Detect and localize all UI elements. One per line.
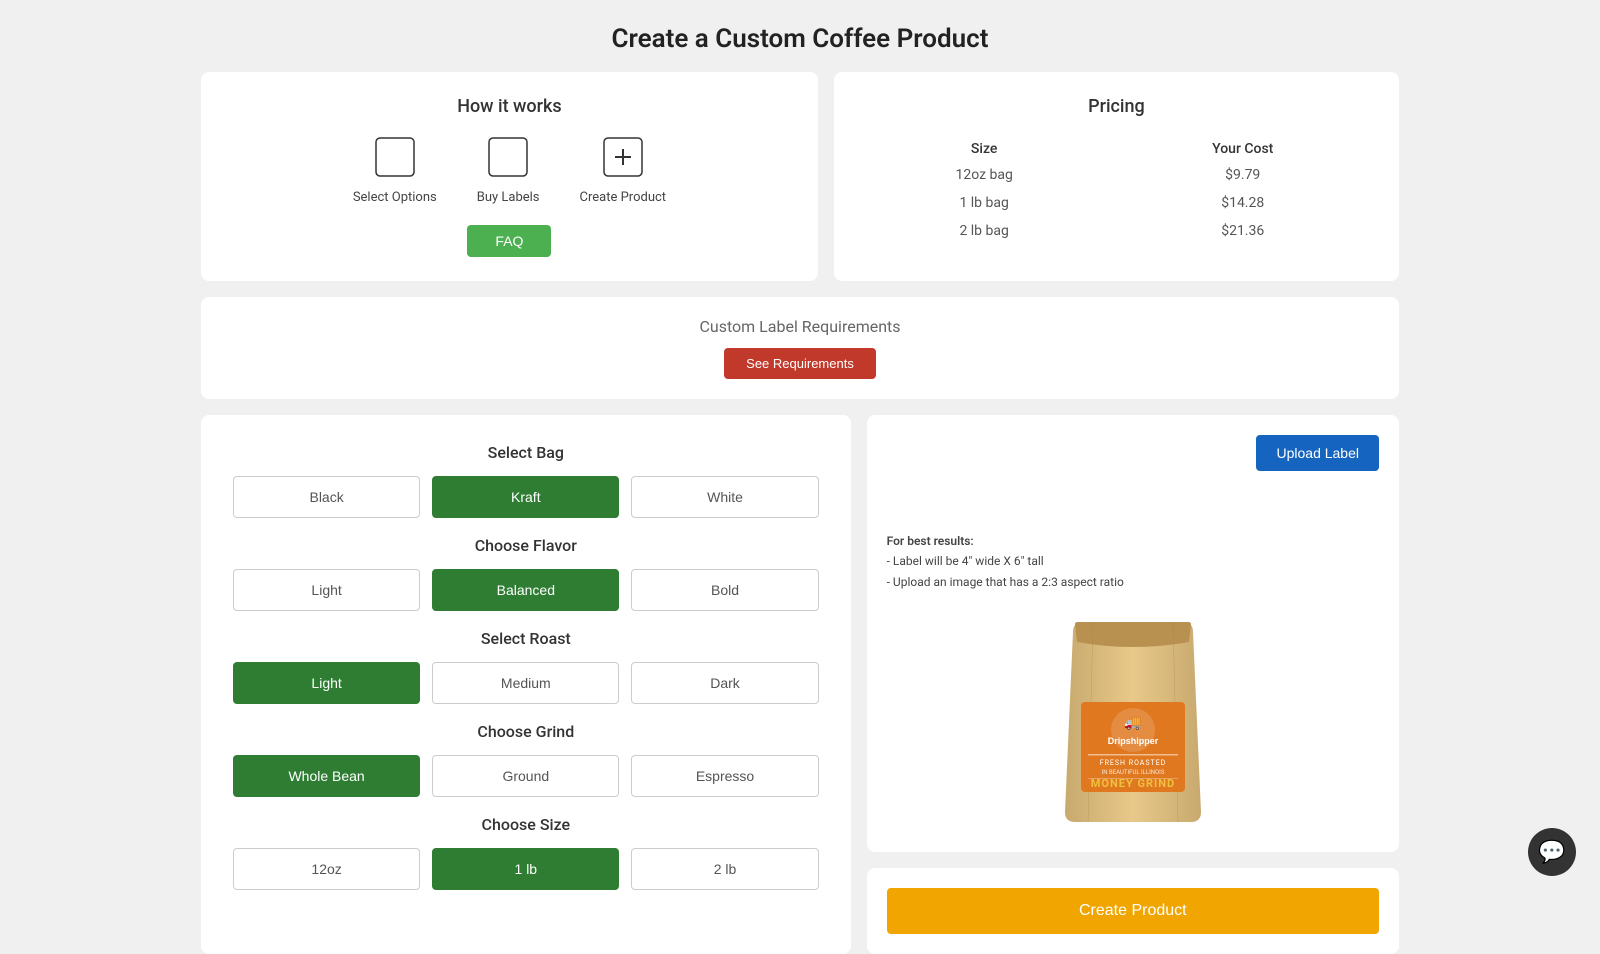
choose-size-title: Choose Size xyxy=(233,815,819,834)
svg-text:IN BEAUTIFUL ILLINOIS: IN BEAUTIFUL ILLINOIS xyxy=(1101,769,1164,776)
choose-grind-group: Choose Grind Whole Bean Ground Espresso xyxy=(233,722,819,797)
upload-label-button[interactable]: Upload Label xyxy=(1256,435,1379,471)
pricing-row-2: 1 lb bag $14.28 xyxy=(858,189,1375,217)
svg-text:🖐: 🖐 xyxy=(381,144,408,172)
pricing-card: Pricing Size Your Cost 12oz bag $9.79 1 … xyxy=(834,72,1399,281)
chat-icon: 💬 xyxy=(1538,840,1565,865)
svg-text:💵: 💵 xyxy=(496,146,521,170)
grind-espresso-button[interactable]: Espresso xyxy=(631,755,818,797)
roast-light-button[interactable]: Light xyxy=(233,662,420,704)
choose-size-options: 12oz 1 lb 2 lb xyxy=(233,848,819,890)
step-buy-labels: 💵 Buy Labels xyxy=(477,137,540,205)
buy-labels-icon: 💵 xyxy=(488,137,528,182)
pricing-title: Pricing xyxy=(858,96,1375,117)
see-requirements-button[interactable]: See Requirements xyxy=(724,348,876,379)
select-bag-title: Select Bag xyxy=(233,443,819,462)
step-select-options: 🖐 Select Options xyxy=(353,137,437,205)
pricing-cost-1: $9.79 xyxy=(1110,161,1375,189)
svg-text:FRESH ROASTED: FRESH ROASTED xyxy=(1100,759,1167,767)
choose-grind-title: Choose Grind xyxy=(233,722,819,741)
step-select-options-label: Select Options xyxy=(353,190,437,205)
requirements-card: Custom Label Requirements See Requiremen… xyxy=(201,297,1399,399)
create-product-icon xyxy=(603,137,643,182)
grind-whole-bean-button[interactable]: Whole Bean xyxy=(233,755,420,797)
select-roast-group: Select Roast Light Medium Dark xyxy=(233,629,819,704)
pricing-col-size: Size xyxy=(858,137,1111,161)
coffee-bag-svg: 🚚 Dripshipper FRESH ROASTED IN BEAUTIFUL… xyxy=(1053,602,1213,832)
how-it-works-title: How it works xyxy=(225,96,794,117)
svg-text:Dripshipper: Dripshipper xyxy=(1108,736,1159,746)
best-results-item-2: - Upload an image that has a 2:3 aspect … xyxy=(887,575,1124,589)
faq-button[interactable]: FAQ xyxy=(467,225,551,257)
pricing-col-cost: Your Cost xyxy=(1110,137,1375,161)
pricing-size-3: 2 lb bag xyxy=(858,217,1111,245)
choose-flavor-title: Choose Flavor xyxy=(233,536,819,555)
select-options-icon: 🖐 xyxy=(375,137,415,182)
best-results-item-1: - Label will be 4" wide X 6" tall xyxy=(887,554,1044,568)
pricing-size-1: 12oz bag xyxy=(858,161,1111,189)
size-1lb-button[interactable]: 1 lb xyxy=(432,848,619,890)
flavor-bold-button[interactable]: Bold xyxy=(631,569,818,611)
create-product-card: Create Product xyxy=(867,868,1399,954)
preview-card: Upload Label For best results: - Label w… xyxy=(867,415,1399,852)
select-roast-title: Select Roast xyxy=(233,629,819,648)
step-buy-labels-label: Buy Labels xyxy=(477,190,540,205)
choose-grind-options: Whole Bean Ground Espresso xyxy=(233,755,819,797)
pricing-table: Size Your Cost 12oz bag $9.79 1 lb bag $… xyxy=(858,137,1375,245)
bag-preview: 🚚 Dripshipper FRESH ROASTED IN BEAUTIFUL… xyxy=(887,602,1379,832)
pricing-row-1: 12oz bag $9.79 xyxy=(858,161,1375,189)
bag-kraft-button[interactable]: Kraft xyxy=(432,476,619,518)
grind-ground-button[interactable]: Ground xyxy=(432,755,619,797)
pricing-size-2: 1 lb bag xyxy=(858,189,1111,217)
page-title: Create a Custom Coffee Product xyxy=(201,0,1399,72)
select-roast-options: Light Medium Dark xyxy=(233,662,819,704)
pricing-row-3: 2 lb bag $21.36 xyxy=(858,217,1375,245)
pricing-cost-2: $14.28 xyxy=(1110,189,1375,217)
pricing-cost-3: $21.36 xyxy=(1110,217,1375,245)
best-results-title: For best results: xyxy=(887,534,974,548)
step-create-product-label: Create Product xyxy=(580,190,667,205)
best-results-text: For best results: - Label will be 4" wid… xyxy=(887,531,1379,592)
steps-row: 🖐 Select Options 💵 Buy Labels xyxy=(225,137,794,205)
roast-dark-button[interactable]: Dark xyxy=(631,662,818,704)
choose-flavor-group: Choose Flavor Light Balanced Bold xyxy=(233,536,819,611)
svg-text:MONEY GRIND: MONEY GRIND xyxy=(1091,777,1175,790)
step-create-product: Create Product xyxy=(580,137,667,205)
select-options-card: Select Bag Black Kraft White Choose Flav… xyxy=(201,415,851,954)
svg-text:🚚: 🚚 xyxy=(1124,715,1141,731)
select-bag-options: Black Kraft White xyxy=(233,476,819,518)
how-it-works-card: How it works 🖐 Select Options xyxy=(201,72,818,281)
requirements-title: Custom Label Requirements xyxy=(221,317,1379,336)
size-2lb-button[interactable]: 2 lb xyxy=(631,848,818,890)
chat-bubble-button[interactable]: 💬 xyxy=(1528,828,1576,876)
flavor-balanced-button[interactable]: Balanced xyxy=(432,569,619,611)
choose-size-group: Choose Size 12oz 1 lb 2 lb xyxy=(233,815,819,890)
flavor-light-button[interactable]: Light xyxy=(233,569,420,611)
roast-medium-button[interactable]: Medium xyxy=(432,662,619,704)
bag-white-button[interactable]: White xyxy=(631,476,818,518)
select-bag-group: Select Bag Black Kraft White xyxy=(233,443,819,518)
size-12oz-button[interactable]: 12oz xyxy=(233,848,420,890)
preview-column: Upload Label For best results: - Label w… xyxy=(867,415,1399,954)
choose-flavor-options: Light Balanced Bold xyxy=(233,569,819,611)
create-product-button[interactable]: Create Product xyxy=(887,888,1379,934)
bag-black-button[interactable]: Black xyxy=(233,476,420,518)
